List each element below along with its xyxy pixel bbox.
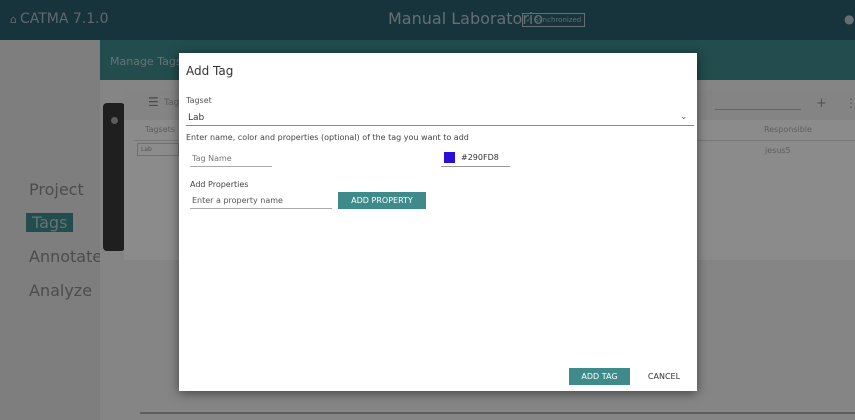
add-tag-dialog [179,53,697,391]
cancel-button[interactable]: CANCEL [641,368,687,385]
chevron-down-icon[interactable]: ⌄ [680,112,688,122]
color-hex-value[interactable]: #290FD8 [461,153,499,162]
add-tag-button[interactable]: ADD TAG [569,368,630,385]
tagset-select-value[interactable]: Lab [188,113,204,123]
color-swatch[interactable] [444,152,455,163]
tagset-select[interactable] [186,108,694,126]
property-name-input[interactable] [190,193,332,209]
dialog-title: Add Tag [186,64,234,78]
add-property-button[interactable]: ADD PROPERTY [338,192,426,209]
tag-name-input[interactable] [190,151,272,167]
tagset-label: Tagset [186,96,212,105]
add-properties-label: Add Properties [190,180,249,189]
dialog-instructions: Enter name, color and properties (option… [186,133,469,142]
